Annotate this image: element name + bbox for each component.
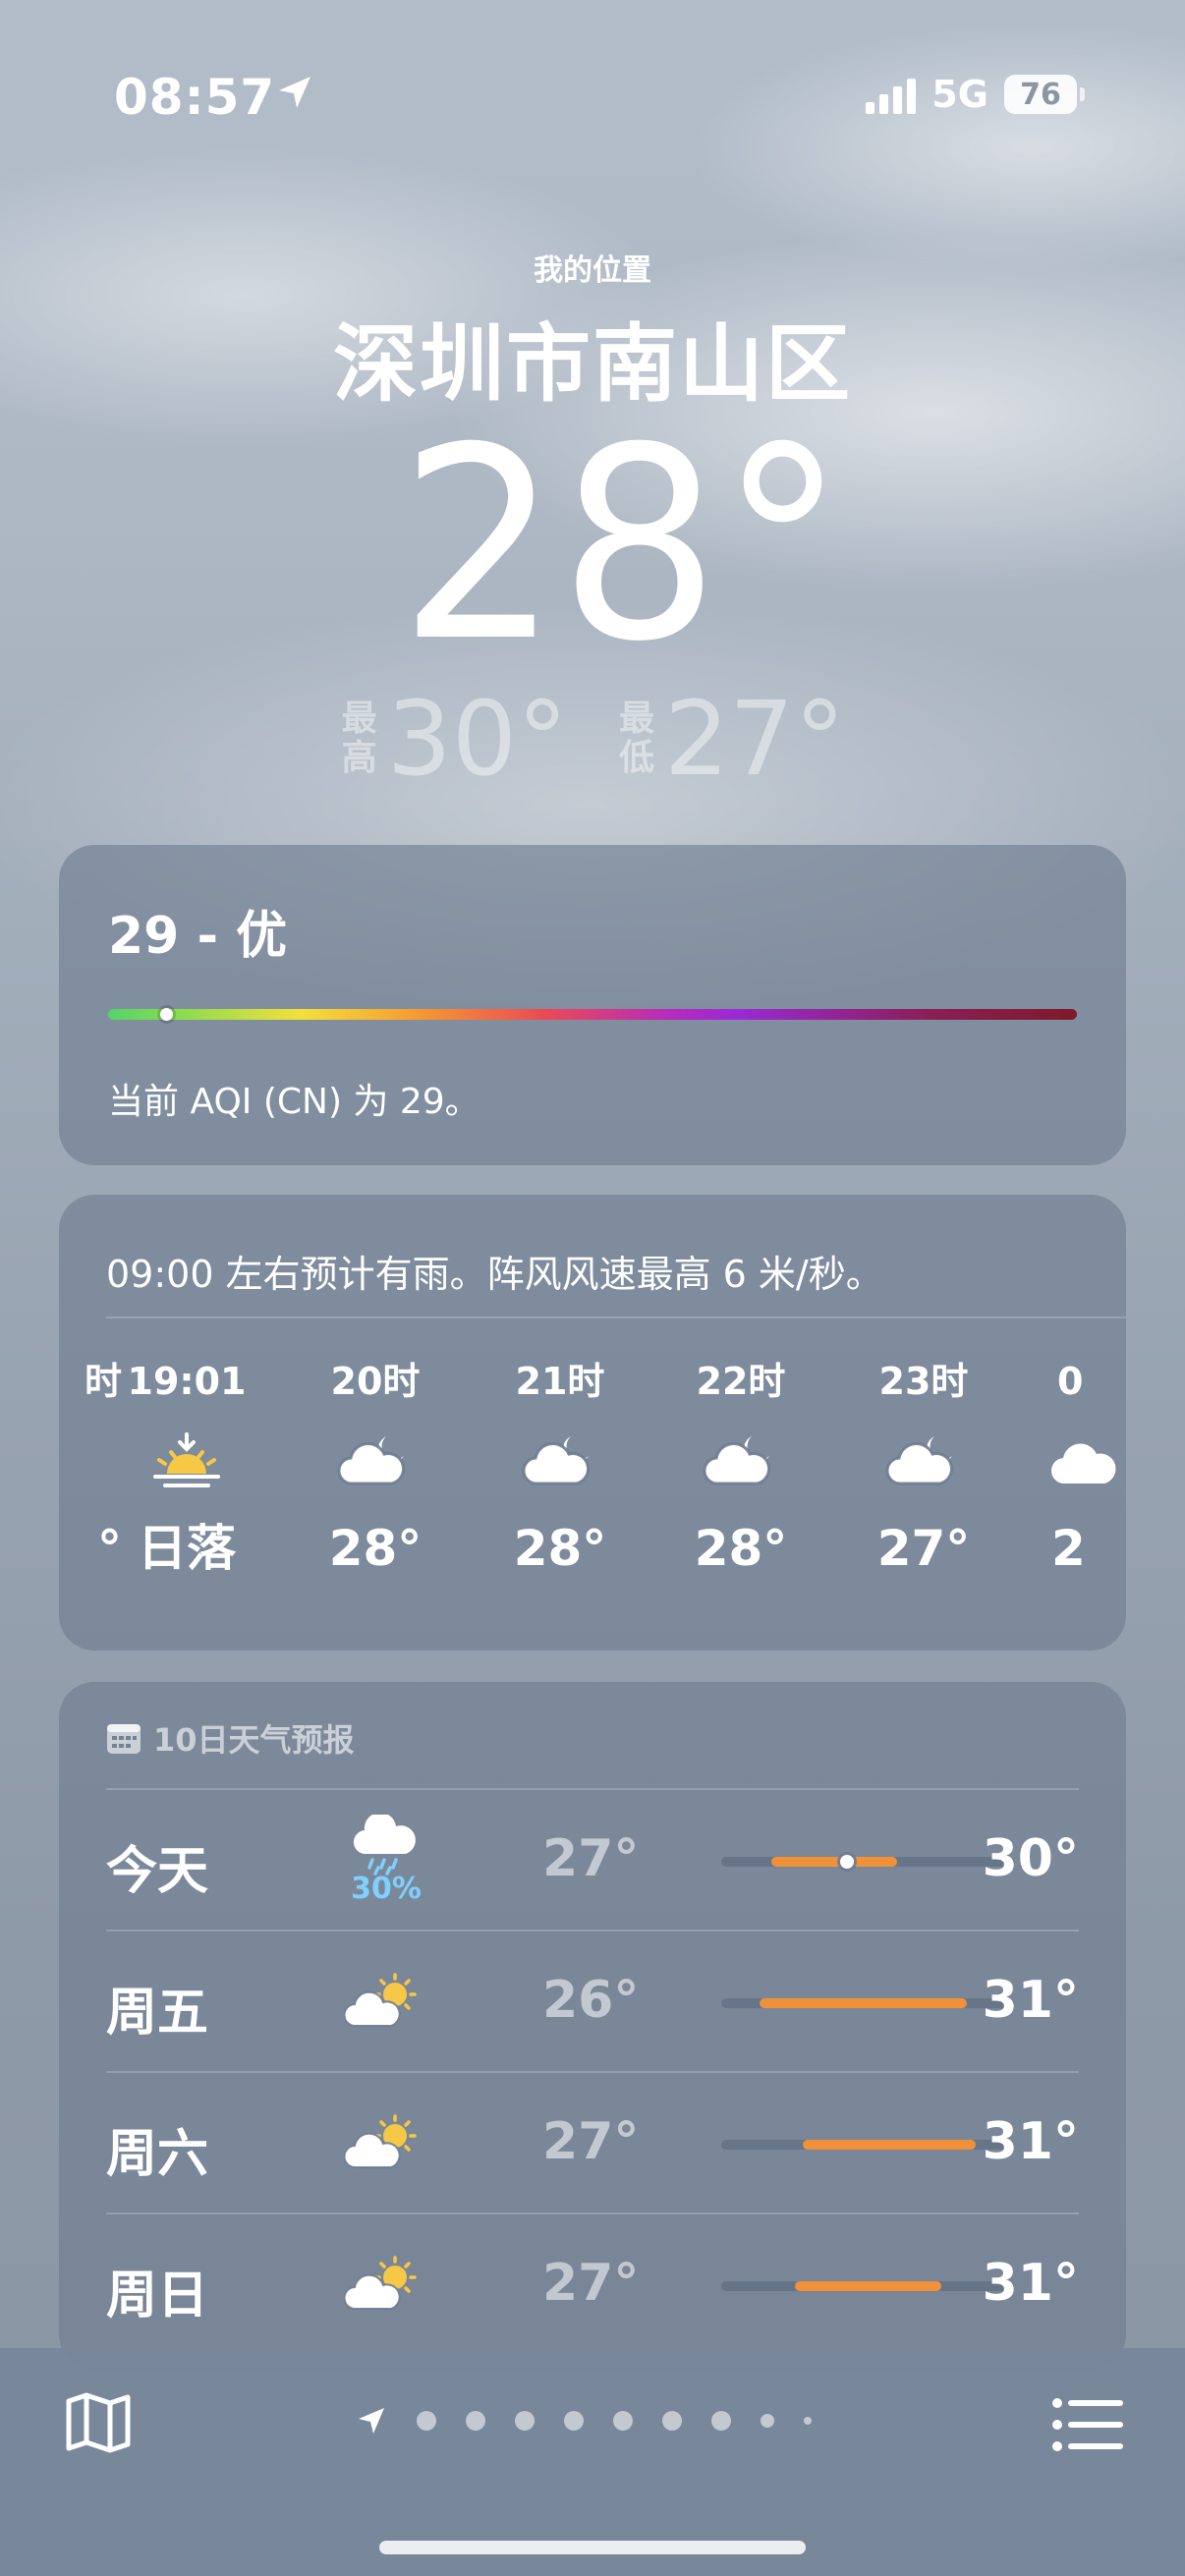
hourly-summary: 09:00 左右预计有雨。阵风风速最高 6 米/秒。 [106,1253,883,1296]
temperature-range-fill [770,1857,897,1867]
hour-item: 21时 28° [472,1352,649,1588]
location-arrow-icon [359,2408,384,2434]
temperature-range-bar [721,2140,1014,2150]
current-temperature: 28° [0,413,1185,678]
hour-item: 23时 27° [835,1352,1012,1588]
hour-temp: 2 [1051,1520,1086,1577]
high-temp: 30° [982,1829,1079,1888]
divider [106,1930,1079,1932]
temperature-range-bar [721,1998,1014,2008]
hour-item: 0 2 [1042,1352,1126,1588]
list-icon[interactable] [1049,2387,1124,2462]
divider [106,1316,1126,1318]
network-type: 5G [931,73,988,116]
partly-cloudy-night-icon [1042,1411,1126,1509]
air-quality-card[interactable]: 29 - 优 当前 AQI (CN) 为 29。 [59,845,1126,1165]
partly-cloudy-night-icon [835,1411,1012,1509]
high-label: 最高 [341,699,377,778]
high-temp: 31° [982,2254,1079,2313]
temperature-range-bar [721,2281,1014,2291]
hourly-scroller[interactable]: 时 ° 19:01 日落 20时 28° 21时 28° 22时 28° 23时… [59,1352,1126,1617]
divider [106,1788,1079,1790]
battery-icon: 76 [1004,75,1085,114]
hour-item: 22时 28° [652,1352,829,1588]
status-time: 08:57 [114,69,276,126]
partly-cloudy-night-icon [287,1411,464,1509]
daily-row[interactable]: 周五 26° 31° [106,1930,1079,2071]
aqi-title: 29 - 优 [108,907,288,966]
divider [106,2212,1079,2214]
day-name: 周六 [106,2125,209,2184]
hour-time: 22时 [696,1360,786,1403]
high-temperature: 30° [386,679,568,799]
battery-level: 76 [1020,77,1061,112]
partly-cloudy-night-icon [472,1411,649,1509]
partly-sunny-icon [332,1947,440,2055]
day-name: 周日 [106,2267,209,2325]
sunset-icon [98,1411,275,1509]
page-dot[interactable] [804,2417,812,2425]
daily-title: 10日天气预报 [153,1721,355,1759]
high-temp: 31° [982,2112,1079,2171]
page-dot[interactable] [564,2411,584,2431]
hourly-forecast-card[interactable]: 09:00 左右预计有雨。阵风风速最高 6 米/秒。 时 ° 19:01 日落 … [59,1195,1126,1651]
page-dot[interactable] [613,2411,633,2431]
hour-time: 23时 [878,1360,969,1403]
hour-item: 19:01 日落 [98,1352,275,1588]
temperature-range-fill [794,2281,941,2291]
bottom-toolbar [0,2348,1185,2576]
hour-temp: 28° [694,1520,788,1577]
home-indicator[interactable] [379,2541,806,2554]
hour-time: 20时 [330,1360,421,1403]
temperature-range-fill [759,1998,968,2008]
daily-row[interactable]: 周六 27° 31° [106,2071,1079,2212]
aqi-scale-bar [108,1009,1077,1020]
location-arrow-icon [279,77,310,108]
temperature-range-bar [721,1855,1014,1869]
day-name: 周五 [106,1984,209,2043]
hour-item: 20时 28° [287,1352,464,1588]
temperature-range-fill [803,2140,977,2150]
hour-time: 19:01 [127,1360,247,1403]
low-temp: 27° [542,2254,640,2313]
current-temperature-value: 28° [398,390,846,700]
rain-cloud-icon: 30% [332,1806,440,1914]
status-right: 5G 76 [866,73,1085,116]
day-name: 今天 [106,1842,209,1901]
hour-time: 21时 [515,1360,605,1403]
map-icon[interactable] [63,2387,134,2458]
high-temp: 31° [982,1971,1079,2030]
my-location-label: 我的位置 [534,253,651,288]
low-temperature: 27° [664,679,846,799]
daily-row[interactable]: 今天 30% 27° 30° [106,1788,1079,1930]
page-indicator[interactable] [356,2405,841,2436]
partly-sunny-icon [332,2230,440,2338]
low-label: 最低 [618,699,654,778]
precipitation-chance: 30% [351,1871,422,1906]
page-dot[interactable] [466,2411,485,2431]
calendar-icon [107,1724,141,1754]
aqi-description: 当前 AQI (CN) 为 29。 [108,1082,480,1122]
page-dot[interactable] [662,2411,682,2431]
divider [106,2071,1079,2073]
ten-day-forecast-card[interactable]: 10日天气预报 今天 30% 27° 30° 周五 26° 31° 周六 27°… [59,1682,1126,2370]
hour-temp: 27° [876,1520,971,1577]
partly-sunny-icon [332,2089,440,2197]
page-dot[interactable] [761,2414,774,2428]
hour-temp: 日落 [138,1520,236,1577]
cellular-signal-icon [866,75,917,114]
high-low: 最高 30° 最低 27° [0,688,1185,790]
low-temp: 27° [542,2112,640,2171]
hour-temp: 28° [328,1520,423,1577]
daily-header: 10日天气预报 [106,1715,355,1761]
hour-time: 0 [1057,1360,1084,1403]
daily-row[interactable]: 周日 27° 31° [106,2212,1079,2354]
page-dot[interactable] [417,2411,436,2431]
low-temp: 26° [542,1971,640,2030]
page-dot[interactable] [711,2411,731,2431]
partly-cloudy-night-icon [652,1411,829,1509]
hour-temp: 28° [513,1520,607,1577]
page-dot[interactable] [515,2411,535,2431]
low-temp: 27° [542,1829,640,1888]
